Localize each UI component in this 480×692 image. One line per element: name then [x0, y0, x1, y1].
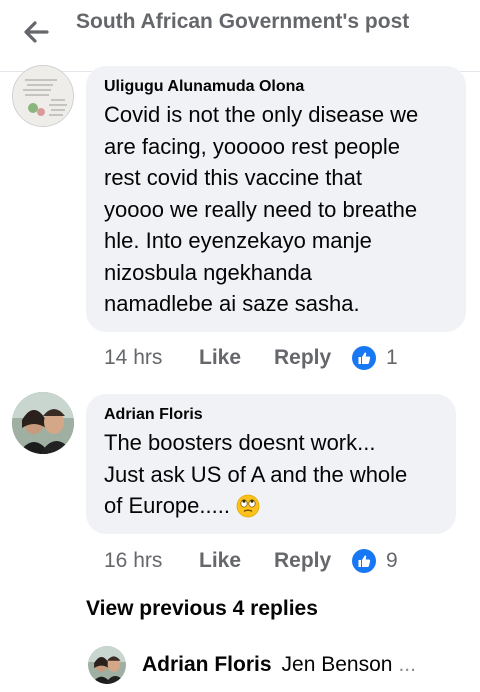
like-button[interactable]: Like — [199, 549, 274, 573]
page-title: South African Government's post — [76, 10, 410, 33]
reply-author[interactable]: Adrian Floris — [142, 653, 272, 677]
reaction-count: 9 — [386, 549, 398, 572]
comment-line: rest covid this vaccine that — [104, 165, 363, 190]
comment-line: nizosbula ngekhanda — [104, 259, 312, 285]
avatar[interactable] — [88, 646, 126, 684]
thumbs-up-icon — [352, 346, 376, 370]
reply-ellipsis: ... — [398, 653, 416, 676]
comment-author[interactable]: Uligugu Alunamuda Olona — [104, 77, 304, 97]
back-arrow-icon — [24, 21, 49, 43]
comment-timestamp[interactable]: 16 hrs — [104, 549, 199, 573]
reaction-count: 1 — [386, 346, 398, 369]
avatar[interactable] — [12, 65, 74, 127]
comment-bubble[interactable]: Uligugu Alunamuda Olona Covid is not the… — [86, 66, 466, 332]
eye-roll-emoji-icon — [236, 494, 260, 518]
view-previous-replies-link[interactable]: View previous 4 replies — [86, 597, 318, 621]
back-button[interactable] — [18, 14, 54, 50]
comment-line: Just ask US of A and the whole — [104, 461, 408, 487]
comment-actions: 14 hrs Like Reply 1 — [104, 343, 398, 373]
comment-line: Covid is not the only disease we — [104, 102, 419, 127]
comment-timestamp[interactable]: 14 hrs — [104, 346, 199, 370]
comment-line-with-emoji: of Europe..... — [104, 490, 407, 522]
top-bar: South African Government's post — [0, 0, 480, 72]
reply-button[interactable]: Reply — [274, 346, 352, 370]
reaction-summary[interactable]: 9 — [352, 549, 398, 573]
thumbs-up-icon — [352, 549, 376, 573]
comment-actions: 16 hrs Like Reply 9 — [104, 546, 398, 576]
comment-line: yoooo we really need to breathe — [104, 196, 418, 222]
reply-button[interactable]: Reply — [274, 549, 352, 573]
comment-line: The boosters doesnt work... — [104, 430, 376, 455]
comment-line: of Europe..... — [104, 493, 230, 518]
comment-line: namadlebe ai saze sasha. — [104, 291, 360, 316]
reply-snippet: Jen Benson — [281, 653, 393, 676]
avatar[interactable] — [12, 392, 74, 454]
like-button[interactable]: Like — [199, 346, 274, 370]
comment-bubble[interactable]: Adrian Floris The boosters doesnt work..… — [86, 394, 456, 534]
comment-line: hle. Into eyenzekayo manje — [104, 228, 372, 253]
comment-text: Covid is not the only disease we are fac… — [104, 99, 418, 320]
reaction-summary[interactable]: 1 — [352, 346, 398, 370]
comment-author[interactable]: Adrian Floris — [104, 405, 203, 425]
reply-preview[interactable]: Adrian Floris Jen Benson ... — [88, 646, 468, 684]
comment-text: The boosters doesnt work... Just ask US … — [104, 427, 407, 522]
comment-line: are facing, yooooo rest people — [104, 133, 400, 159]
